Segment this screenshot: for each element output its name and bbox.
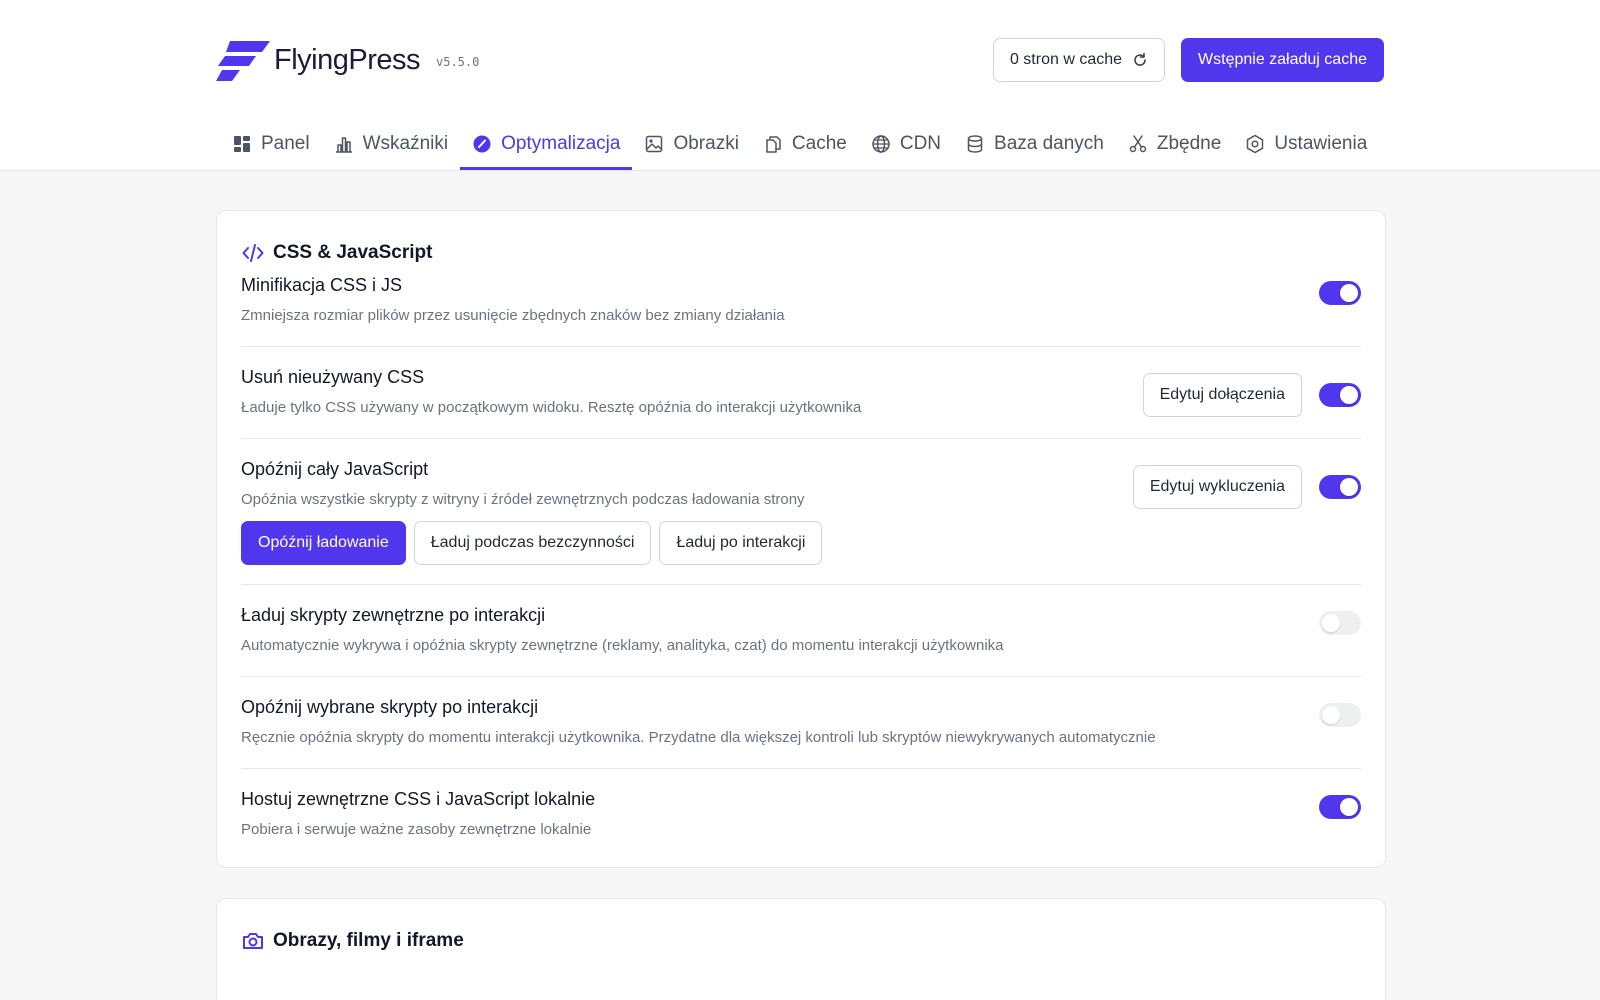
setting-title: Hostuj zewnętrzne CSS i JavaScript lokal…: [241, 789, 596, 809]
mode-load-on-interaction[interactable]: Ładuj po interakcji: [659, 521, 823, 565]
tab-optymalizacja[interactable]: Optymalizacja: [460, 120, 633, 170]
minify-toggle[interactable]: [1319, 281, 1361, 305]
unused-css-toggle[interactable]: [1319, 383, 1361, 407]
setting-delay-js: Opóźnij cały JavaScript Opóźnia wszystki…: [241, 439, 1361, 585]
section-title-text: Obrazy, filmy i iframe: [273, 930, 464, 951]
delay-mode-selector: Opóźnij ładowanie Ładuj podczas bezczynn…: [241, 521, 1133, 565]
delay-js-toggle[interactable]: [1319, 475, 1361, 499]
flyingpress-logo-icon: [216, 41, 270, 81]
tab-baza-danych[interactable]: Baza danych: [953, 120, 1116, 170]
setting-title: Usuń nieużywany CSS: [241, 367, 425, 387]
database-icon: [967, 134, 983, 153]
image-icon: [646, 135, 663, 152]
cache-count-label: 0 stron w cache: [1009, 51, 1123, 68]
tab-cache[interactable]: Cache: [751, 120, 859, 170]
dashboard-icon: [234, 135, 250, 152]
selected-scripts-toggle[interactable]: [1319, 703, 1361, 727]
section-title: Obrazy, filmy i iframe: [241, 929, 1361, 953]
tab-label: Optymalizacja: [501, 132, 621, 154]
setting-host-locally: Hostuj zewnętrzne CSS i JavaScript lokal…: [241, 769, 1361, 853]
setting-description: Zmniejsza rozmiar plików przez usunięcie…: [241, 307, 785, 324]
setting-description: Ręcznie opóźnia skrypty do momentu inter…: [241, 729, 1156, 746]
tab-label: Cache: [791, 132, 847, 154]
tab-label: Obrazki: [673, 132, 739, 154]
setting-description: Automatycznie wykrywa i opóźnia skrypty …: [241, 637, 1004, 654]
setting-third-party-scripts: Ładuj skrypty zewnętrzne po interakcji A…: [241, 585, 1361, 677]
refresh-icon: [1134, 52, 1146, 66]
setting-description: Opóźnia wszystkie skrypty z witryny i źr…: [241, 491, 805, 508]
top-header: FlyingPress v5.5.0 0 stron w cache Wstęp…: [0, 0, 1600, 171]
setting-minify: Minifikacja CSS i JS Zmniejsza rozmiar p…: [241, 273, 1361, 347]
third-party-scripts-toggle[interactable]: [1319, 611, 1361, 635]
setting-selected-scripts: Opóźnij wybrane skrypty po interakcji Rę…: [241, 677, 1361, 769]
edit-includes-button[interactable]: Edytuj dołączenia: [1142, 373, 1302, 417]
tab-label: Baza danych: [994, 132, 1104, 154]
setting-title: Opóźnij wybrane skrypty po interakcji: [241, 697, 539, 717]
host-locally-toggle[interactable]: [1319, 795, 1361, 819]
edit-exclusions-button[interactable]: Edytuj wykluczenia: [1132, 465, 1302, 509]
tab-label: CDN: [899, 132, 942, 154]
setting-title: Opóźnij cały JavaScript: [241, 459, 429, 479]
mode-load-on-idle[interactable]: Ładuj podczas bezczynności: [413, 521, 652, 565]
section-title-text: CSS & JavaScript: [273, 242, 433, 263]
preload-cache-button[interactable]: Wstępnie załaduj cache: [1181, 38, 1384, 82]
mode-delay-loading[interactable]: Opóźnij ładowanie: [241, 521, 406, 565]
setting-description: Ładuje tylko CSS używany w początkowym w…: [241, 399, 862, 416]
cache-count-button[interactable]: 0 stron w cache: [992, 38, 1166, 82]
tab-cdn[interactable]: CDN: [859, 120, 953, 170]
tab-panel[interactable]: Panel: [220, 120, 322, 170]
css-js-card: CSS & JavaScript Minifikacja CSS i JS Zm…: [216, 210, 1386, 868]
tab-label: Ustawienia: [1274, 132, 1368, 154]
setting-title: Ładuj skrypty zewnętrzne po interakcji: [241, 605, 546, 625]
main-content: CSS & JavaScript Minifikacja CSS i JS Zm…: [216, 210, 1386, 1000]
brand-version: v5.5.0: [436, 55, 480, 69]
settings-icon: [1247, 134, 1264, 153]
gauge-icon: [473, 135, 491, 152]
tab-label: Wskaźniki: [362, 132, 449, 154]
camera-icon: [243, 933, 263, 949]
bar-chart-icon: [335, 136, 352, 153]
setting-title: Minifikacja CSS i JS: [241, 275, 403, 295]
tab-ustawienia[interactable]: Ustawienia: [1233, 120, 1379, 170]
brand: FlyingPress v5.5.0: [216, 38, 479, 82]
tab-wskazniki[interactable]: Wskaźniki: [322, 120, 461, 170]
media-card: Obrazy, filmy i iframe: [216, 898, 1386, 1000]
scissors-icon: [1129, 134, 1147, 152]
setting-unused-css: Usuń nieużywany CSS Ładuje tylko CSS uży…: [241, 347, 1361, 439]
section-title: CSS & JavaScript: [241, 241, 1361, 265]
tab-label: Zbędne: [1156, 132, 1222, 154]
main-tabs: Panel Wskaźniki Optymalizacja Obrazki Ca…: [220, 120, 1379, 170]
tab-label: Panel: [261, 132, 310, 154]
header-actions: 0 stron w cache Wstępnie załaduj cache: [992, 38, 1384, 82]
brand-name: FlyingPress: [274, 43, 421, 76]
copy-icon: [766, 135, 781, 153]
globe-icon: [872, 134, 890, 153]
setting-description: Pobiera i serwuje ważne zasoby zewnętrzn…: [241, 821, 592, 838]
tab-obrazki[interactable]: Obrazki: [632, 120, 750, 170]
tab-zbedne[interactable]: Zbędne: [1116, 120, 1233, 170]
code-icon: [242, 244, 264, 262]
